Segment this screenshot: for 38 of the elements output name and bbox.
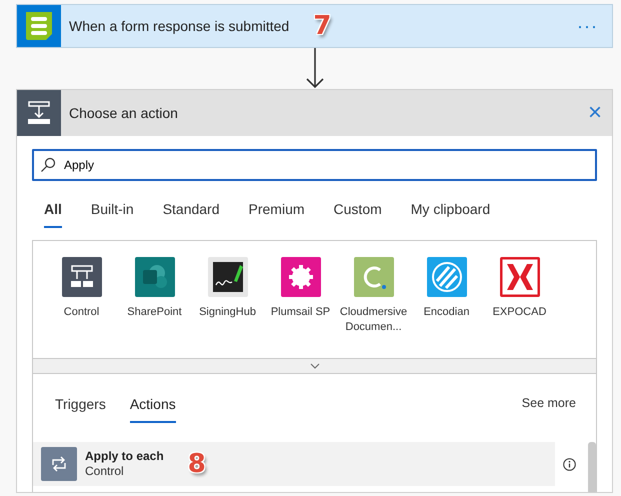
scrollbar-thumb[interactable]	[588, 442, 596, 492]
connector-label[interactable]: Control	[64, 305, 100, 320]
see-more-link[interactable]: See more	[522, 394, 576, 413]
chevron-down-icon[interactable]	[310, 363, 320, 369]
connector-label[interactable]: Cloudmersive Documen...	[337, 305, 410, 335]
signature-icon[interactable]	[208, 257, 248, 297]
search-field[interactable]: Apply	[32, 149, 597, 181]
form-app-icon	[23, 10, 55, 42]
loop-icon	[50, 456, 68, 472]
trigger-title: When a form response is submitted	[69, 16, 290, 36]
connector-label[interactable]: SharePoint	[127, 305, 182, 320]
connector-label[interactable]: Encodian	[424, 305, 470, 320]
overlapping-circles-icon[interactable]	[134, 257, 174, 297]
insert-step-icon	[26, 100, 52, 126]
filter-tab[interactable]: Standard	[162, 199, 220, 228]
filter-tab[interactable]: All	[44, 199, 62, 228]
gear-icon[interactable]	[280, 257, 320, 297]
cross-arrows-icon[interactable]	[500, 257, 540, 297]
filter-tab[interactable]: Built-in	[90, 199, 134, 228]
action-title: Apply to each	[85, 449, 164, 464]
connector-label[interactable]: SigningHub	[199, 305, 256, 320]
filter-tab[interactable]: Premium	[248, 199, 305, 228]
action-connector: Control	[85, 464, 125, 479]
step-number: 7	[313, 13, 332, 39]
filter-tab[interactable]: Custom	[334, 199, 382, 228]
result-tab[interactable]: Triggers	[55, 394, 106, 423]
step-number: 8	[188, 451, 206, 477]
flowchart-icon[interactable]	[62, 257, 102, 297]
result-tab[interactable]: Actions	[130, 394, 176, 423]
search-icon	[40, 157, 56, 173]
connector-label[interactable]: EXPOCAD	[492, 305, 546, 320]
panel-title: Choose an action	[69, 104, 178, 122]
action-result-row[interactable]: Apply to each Control 8	[33, 442, 555, 486]
filter-tab[interactable]: My clipboard	[410, 199, 490, 228]
down-arrow-icon	[304, 48, 324, 89]
connector-label[interactable]: Plumsail SP	[270, 305, 330, 320]
info-icon[interactable]	[563, 458, 576, 470]
more-menu-button[interactable]: ···	[571, 12, 604, 40]
